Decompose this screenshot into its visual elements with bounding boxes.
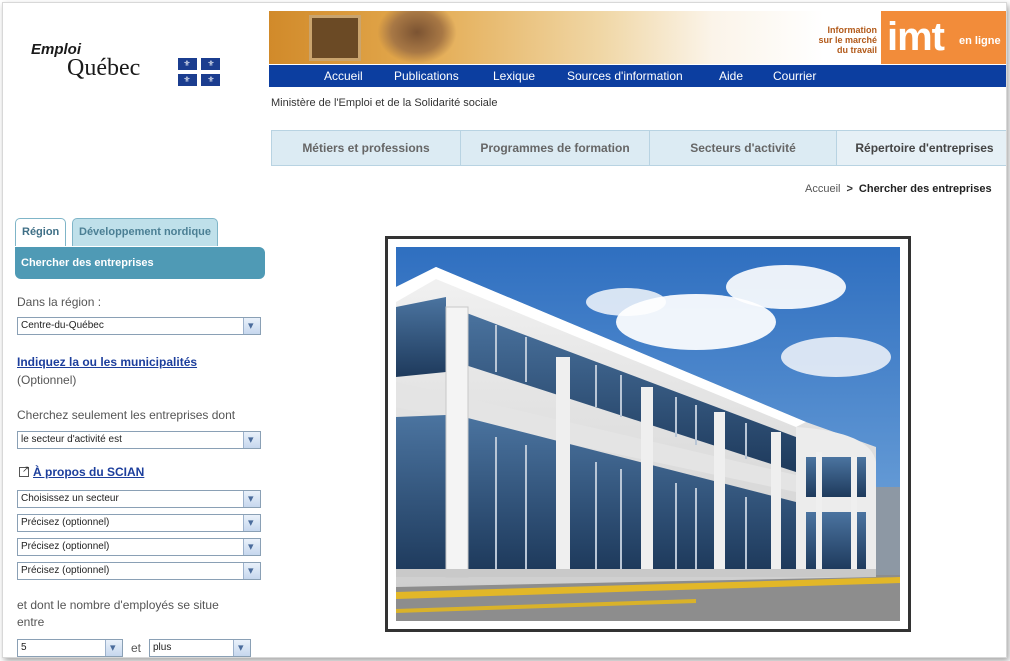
- nav-aide[interactable]: Aide: [719, 69, 743, 83]
- precise-select-value: Précisez (optionnel): [21, 565, 110, 576]
- dropdown-arrow-icon[interactable]: [233, 640, 250, 656]
- nav-accueil[interactable]: Accueil: [324, 69, 363, 83]
- dropdown-arrow-icon[interactable]: [243, 318, 260, 334]
- nav-sources[interactable]: Sources d'information: [567, 69, 683, 83]
- nav-publications[interactable]: Publications: [394, 69, 459, 83]
- ministry-name: Ministère de l'Emploi et de la Solidarit…: [271, 97, 498, 109]
- region-label: Dans la région :: [17, 295, 102, 309]
- sector-select[interactable]: Choisissez un secteur: [17, 490, 261, 508]
- employees-label-entre: entre: [17, 615, 45, 629]
- municipality-link[interactable]: Indiquez la ou les municipalités: [17, 355, 197, 369]
- tab-programmes[interactable]: Programmes de formation: [460, 130, 650, 166]
- main-tabs: Métiers et professions Programmes de for…: [271, 130, 1006, 166]
- filter-select-value: le secteur d'activité est: [21, 434, 122, 445]
- imt-caption: Information sur le marché du travail: [789, 25, 877, 55]
- imt-caption-line: Information: [827, 25, 878, 35]
- dropdown-arrow-icon[interactable]: [243, 432, 260, 448]
- employees-label: et dont le nombre d'employés se situe: [17, 598, 219, 612]
- banner-photo-image: [309, 15, 361, 61]
- sidebar-heading: Chercher des entreprises: [15, 247, 265, 279]
- optional-label: (Optionnel): [17, 373, 77, 387]
- breadcrumb-home[interactable]: Accueil: [805, 183, 840, 195]
- sidebar-tab-region[interactable]: Région: [15, 218, 67, 246]
- precise-select-2[interactable]: Précisez (optionnel): [17, 538, 261, 556]
- external-link-icon: [19, 464, 30, 477]
- emploi-quebec-logo[interactable]: Emploi Québec ⚜ ⚜ ⚜ ⚜: [31, 41, 231, 91]
- top-navigation: Accueil Publications Lexique Sources d'i…: [269, 65, 1006, 87]
- dropdown-arrow-icon[interactable]: [243, 539, 260, 555]
- scian-link[interactable]: À propos du SCIAN: [33, 465, 144, 479]
- tab-metiers[interactable]: Métiers et professions: [271, 130, 461, 166]
- filter-label: Cherchez seulement les entreprises dont: [17, 408, 236, 422]
- dropdown-arrow-icon[interactable]: [105, 640, 122, 656]
- dropdown-arrow-icon[interactable]: [243, 563, 260, 579]
- employees-max-select[interactable]: plus: [149, 639, 251, 657]
- dropdown-arrow-icon[interactable]: [243, 491, 260, 507]
- nav-lexique[interactable]: Lexique: [493, 69, 535, 83]
- logo-quebec-text: Québec: [67, 55, 141, 81]
- imt-caption-line: du travail: [836, 45, 877, 55]
- filter-select[interactable]: le secteur d'activité est: [17, 431, 261, 449]
- sidebar-heading-text: Chercher des entreprises: [21, 257, 154, 269]
- precise-select-3[interactable]: Précisez (optionnel): [17, 562, 261, 580]
- building-photo-frame: [385, 236, 911, 632]
- imt-logo[interactable]: imt en ligne: [881, 11, 1006, 64]
- region-select[interactable]: Centre-du-Québec: [17, 317, 261, 335]
- employees-and-label: et: [131, 641, 142, 655]
- imt-logo-suffix: en ligne: [959, 35, 1001, 47]
- page-frame: Emploi Québec ⚜ ⚜ ⚜ ⚜ Information sur le…: [2, 2, 1007, 658]
- precise-select-value: Précisez (optionnel): [21, 517, 110, 528]
- imt-logo-text: imt: [887, 15, 945, 59]
- dropdown-arrow-icon[interactable]: [243, 515, 260, 531]
- nav-courrier[interactable]: Courrier: [773, 69, 816, 83]
- breadcrumb-separator: >: [846, 183, 853, 195]
- header-banner: Information sur le marché du travail imt…: [269, 11, 1006, 64]
- breadcrumb: Accueil > Chercher des entreprises: [805, 183, 992, 195]
- banner-person-image: [377, 11, 457, 64]
- tab-secteurs[interactable]: Secteurs d'activité: [649, 130, 837, 166]
- quebec-flag-icon: ⚜ ⚜ ⚜ ⚜: [178, 58, 220, 86]
- sidebar-tab-nordique[interactable]: Développement nordique: [72, 218, 219, 246]
- office-building-image: [396, 247, 900, 621]
- imt-caption-line: sur le marché: [818, 35, 877, 45]
- employees-min-value: 5: [21, 642, 27, 653]
- region-select-value: Centre-du-Québec: [21, 320, 104, 331]
- sector-select-value: Choisissez un secteur: [21, 493, 119, 504]
- employees-max-value: plus: [153, 642, 172, 653]
- breadcrumb-current: Chercher des entreprises: [858, 183, 992, 195]
- employees-min-select[interactable]: 5: [17, 639, 123, 657]
- tab-repertoire[interactable]: Répertoire d'entreprises: [836, 130, 1006, 166]
- precise-select-1[interactable]: Précisez (optionnel): [17, 514, 261, 532]
- precise-select-value: Précisez (optionnel): [21, 541, 110, 552]
